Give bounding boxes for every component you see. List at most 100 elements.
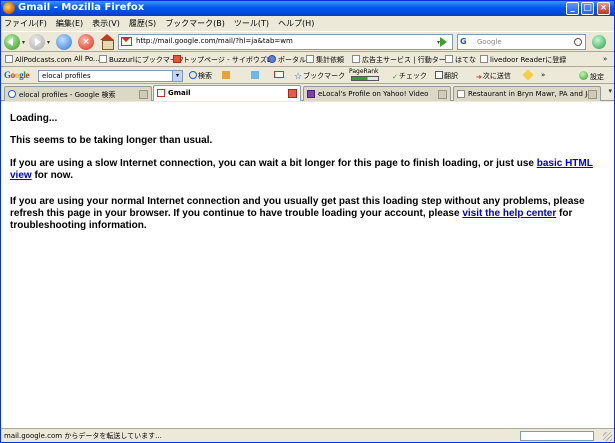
gmail-icon (274, 71, 284, 78)
google-toolbar-dropdown[interactable]: ▾ (172, 71, 182, 81)
slow-connection-paragraph: If you are using a slow Internet connect… (10, 158, 593, 181)
firefox-icon (3, 2, 15, 14)
status-bar: mail.google.com からデータを転送しています... (1, 428, 614, 442)
bookmark-item[interactable]: はてな (445, 55, 476, 65)
menu-view[interactable]: 表示(V) (92, 18, 120, 29)
minimize-button[interactable]: _ (566, 2, 579, 15)
tab-list-button[interactable]: ▾ (608, 87, 612, 95)
send-to-button[interactable]: ➜次に送信 (476, 71, 511, 81)
bookmarks-overflow-button[interactable]: » (603, 55, 607, 63)
forward-button[interactable] (29, 34, 45, 50)
bookmark-item[interactable]: AllPodcasts.com (5, 55, 72, 64)
check-icon: ✓ (392, 73, 398, 81)
loading-text: Loading... (10, 113, 58, 124)
google-toolbar-search-input[interactable]: elocal profiles ▾ (38, 70, 183, 82)
stop-button[interactable]: × (78, 34, 94, 50)
send-arrow-icon: ➜ (476, 73, 482, 81)
menu-help[interactable]: ヘルプ(H) (278, 18, 314, 29)
translate-icon (435, 71, 443, 79)
bookmarks-toolbar: AllPodcasts.com All Po... Buzzurlにブックマーク… (1, 53, 614, 67)
google-search-button[interactable]: 検索 (189, 71, 212, 81)
tab-restaurant[interactable]: Restaurant in Bryn Mawr, PA and Ja... (453, 86, 601, 101)
firefox-window: Gmail - Mozilla Firefox _ □ × ファイル(F) 編集… (0, 0, 615, 443)
page-icon (352, 55, 360, 63)
google-toolbar-settings-button[interactable]: 設定 (579, 71, 604, 82)
yahoo-favicon-icon (307, 90, 315, 98)
forward-history-dropdown[interactable]: ▾ (47, 39, 50, 46)
google-bookmarks-button[interactable]: ☆ブックマーク (294, 71, 345, 82)
pagerank-meter (351, 76, 379, 81)
tab-close-icon[interactable] (438, 90, 447, 99)
gmail-favicon-icon (157, 89, 165, 97)
slow-loading-notice: This seems to be taking longer than usua… (10, 135, 213, 146)
url-bar[interactable]: http://mail.google.com/mail/?hl=ja&tab=w… (118, 34, 453, 50)
bookmark-item[interactable]: 集計依頼 (306, 55, 344, 65)
bookmark-item[interactable]: All Po... (74, 55, 100, 63)
highlight-button[interactable] (522, 69, 534, 81)
refresh-paragraph: If you are using your normal Internet co… (10, 196, 585, 231)
google-toolbar-icon-button[interactable] (251, 71, 260, 80)
google-toolbar-overflow-button[interactable]: » (541, 71, 545, 79)
gmail-favicon-icon (121, 37, 132, 46)
search-placeholder: Google (477, 38, 502, 46)
back-history-dropdown[interactable]: ▾ (22, 39, 25, 46)
bookmark-item[interactable]: ポータル (268, 55, 306, 65)
google-toolbar-icon-button[interactable] (222, 71, 231, 80)
star-icon: ☆ (294, 72, 303, 82)
maximize-button[interactable]: □ (581, 2, 594, 15)
status-text: mail.google.com からデータを転送しています... (4, 432, 162, 440)
google-logo[interactable]: Google (4, 70, 29, 80)
page-content: Loading... This seems to be taking longe… (1, 102, 614, 428)
menu-file[interactable]: ファイル(F) (4, 18, 47, 29)
bookmark-item[interactable]: 広告主サービス | 行動ター... (352, 55, 452, 65)
tab-gmail[interactable]: Gmail (153, 85, 301, 101)
addon-icon[interactable] (592, 35, 606, 49)
tab-yahoo-video[interactable]: eLocal's Profile on Yahoo! Video (303, 86, 451, 101)
search-engine-icon[interactable]: G (460, 37, 467, 46)
page-icon (306, 55, 314, 63)
tab-google-search[interactable]: elocal profiles - Google 検索 (4, 86, 152, 101)
translate-button[interactable]: 翻訳 (435, 71, 458, 81)
news-icon (222, 71, 230, 79)
gmail-button[interactable] (274, 71, 285, 79)
page-icon (5, 55, 13, 63)
close-button[interactable]: × (597, 2, 610, 15)
cybozu-icon (173, 55, 181, 63)
menu-bookmarks[interactable]: ブックマーク(B) (165, 18, 225, 29)
popup-icon (251, 71, 259, 79)
google-toolbar-query[interactable]: elocal profiles (42, 72, 91, 80)
resize-grip-icon[interactable] (603, 432, 612, 441)
pagerank-indicator: PageRank (349, 68, 379, 75)
menu-history[interactable]: 履歴(S) (129, 18, 156, 29)
settings-icon (579, 71, 588, 80)
tab-close-icon[interactable] (588, 90, 597, 99)
go-button[interactable] (440, 37, 447, 47)
bookmark-item[interactable]: livedoor Readerに登録 (480, 55, 566, 65)
page-icon (480, 55, 488, 63)
back-button[interactable] (4, 34, 20, 50)
title-bar[interactable]: Gmail - Mozilla Firefox _ □ × (1, 1, 614, 16)
page-icon (99, 55, 107, 63)
page-icon (445, 55, 453, 63)
search-icon[interactable] (574, 38, 582, 46)
url-text[interactable]: http://mail.google.com/mail/?hl=ja&tab=w… (136, 37, 293, 45)
search-bar[interactable]: G Google (457, 34, 586, 50)
tab-bar: elocal profiles - Google 検索 Gmail eLocal… (1, 85, 614, 101)
page-favicon-icon (457, 90, 465, 98)
pencil-icon (522, 69, 534, 81)
reload-button[interactable] (56, 34, 72, 50)
google-toolbar: Google elocal profiles ▾ 検索 ☆ブックマーク Page… (1, 68, 614, 84)
menu-edit[interactable]: 編集(E) (56, 18, 83, 29)
spellcheck-button[interactable]: ✓チェック (392, 71, 427, 81)
google-favicon-icon (8, 90, 16, 98)
navigation-toolbar: ▾ ▾ × http://mail.google.com/mail/?hl=ja… (1, 31, 614, 52)
bookmark-item[interactable]: トップページ - サイボウズL (173, 55, 271, 65)
help-center-link[interactable]: visit the help center (462, 208, 556, 219)
menu-tools[interactable]: ツール(T) (234, 18, 269, 29)
bookmark-item[interactable]: Buzzurlにブックマーク (99, 55, 184, 65)
progress-meter (520, 431, 594, 441)
tab-close-icon[interactable] (139, 90, 148, 99)
home-button[interactable] (99, 34, 115, 50)
tab-close-icon[interactable] (288, 89, 297, 98)
pagerank-bar (351, 76, 380, 84)
